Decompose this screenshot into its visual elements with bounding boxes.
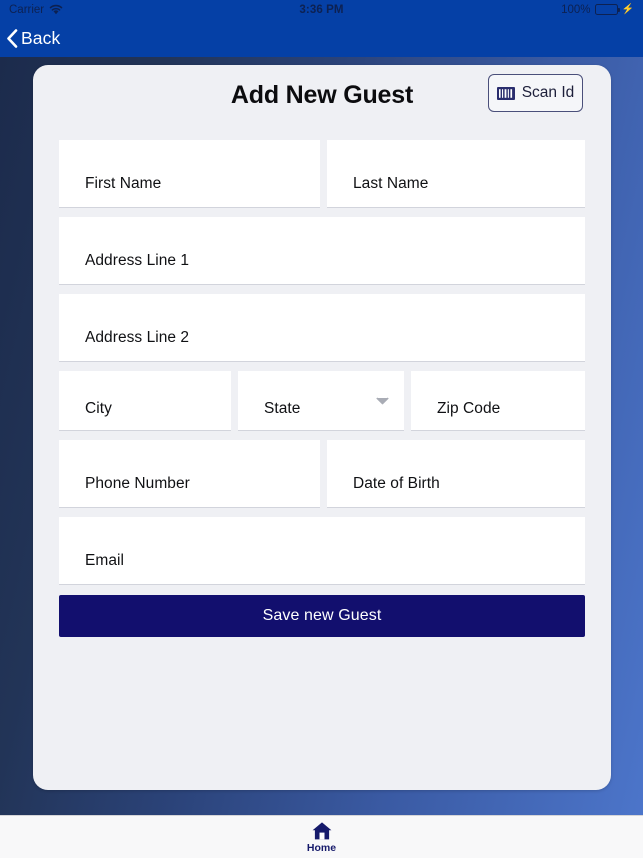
city-field[interactable]: City — [59, 371, 231, 431]
phone-number-label: Phone Number — [85, 475, 190, 492]
tab-home-label: Home — [306, 841, 337, 854]
first-name-field[interactable]: First Name — [59, 140, 320, 208]
scan-id-button-label: Scan Id — [521, 84, 575, 101]
last-name-field[interactable]: Last Name — [327, 140, 585, 208]
form-row-city-state-zip: City State Zip Code — [59, 371, 585, 431]
add-guest-card: Add New Guest Scan Id First Name Last Na… — [33, 65, 611, 790]
nav-bar: Back — [0, 19, 643, 57]
last-name-label: Last Name — [353, 175, 429, 192]
scan-id-button[interactable]: Scan Id — [488, 74, 583, 112]
save-new-guest-button[interactable]: Save new Guest — [59, 595, 585, 637]
email-label: Email — [85, 552, 125, 569]
chevron-left-icon — [6, 28, 18, 48]
form-row-address-1: Address Line 1 — [59, 217, 585, 285]
first-name-label: First Name — [85, 175, 162, 192]
state-label: State — [264, 400, 301, 417]
barcode-icon — [496, 86, 515, 100]
address-line-1-label: Address Line 1 — [85, 252, 190, 269]
address-line-2-label: Address Line 2 — [85, 329, 190, 346]
card-header: Add New Guest Scan Id — [33, 65, 611, 130]
form-row-email: Email — [59, 517, 585, 585]
tab-bar: Home — [0, 815, 643, 858]
form-row-address-2: Address Line 2 — [59, 294, 585, 362]
tab-home[interactable]: Home — [307, 821, 336, 854]
status-bar-time: 3:36 PM — [299, 3, 344, 16]
date-of-birth-field[interactable]: Date of Birth — [327, 440, 585, 508]
add-guest-form: First Name Last Name Address Line 1 Addr… — [59, 140, 585, 637]
phone-number-field[interactable]: Phone Number — [59, 440, 320, 508]
status-bar: Carrier 3:36 PM 100% ⚡ — [0, 0, 643, 19]
status-bar-right: 100% ⚡ — [561, 4, 634, 16]
address-line-2-field[interactable]: Address Line 2 — [59, 294, 585, 362]
form-row-name: First Name Last Name — [59, 140, 585, 208]
email-field[interactable]: Email — [59, 517, 585, 585]
date-of-birth-label: Date of Birth — [353, 475, 440, 492]
back-button[interactable]: Back — [6, 28, 60, 49]
app-root: Carrier 3:36 PM 100% ⚡ Back Add New Gues… — [0, 0, 643, 858]
back-button-label: Back — [21, 27, 61, 48]
state-select[interactable]: State — [238, 371, 404, 431]
chevron-down-icon — [376, 392, 389, 410]
zip-code-field[interactable]: Zip Code — [411, 371, 585, 431]
zip-code-label: Zip Code — [437, 400, 501, 417]
home-icon — [311, 821, 333, 841]
battery-full-icon — [594, 4, 620, 15]
lightning-bolt-icon: ⚡ — [621, 4, 634, 15]
city-label: City — [85, 400, 112, 417]
form-row-phone-dob: Phone Number Date of Birth — [59, 440, 585, 508]
battery-percent-label: 100% — [561, 3, 591, 16]
address-line-1-field[interactable]: Address Line 1 — [59, 217, 585, 285]
